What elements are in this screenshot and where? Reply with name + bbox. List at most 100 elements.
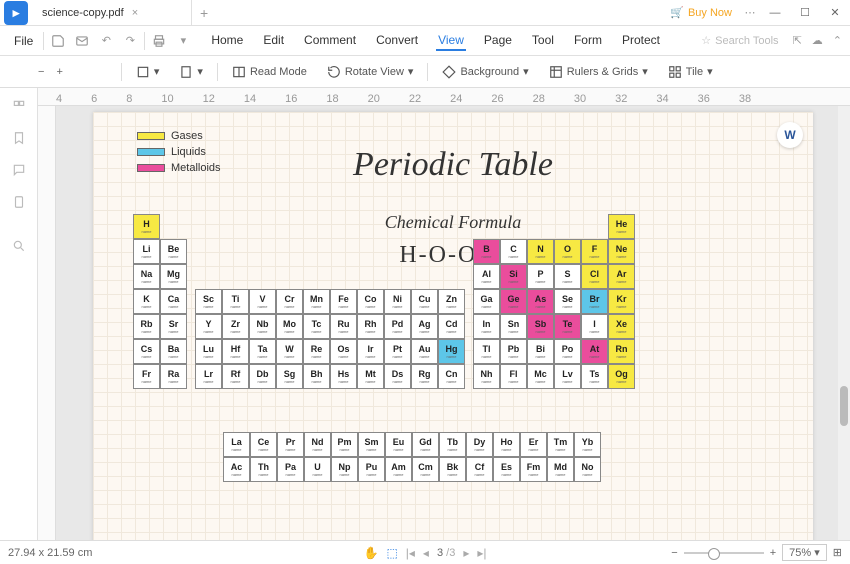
menu-protect[interactable]: Protect	[620, 31, 662, 51]
settings-icon[interactable]: ⋯	[740, 3, 760, 23]
element-No: Noname	[574, 457, 601, 482]
attachment-icon[interactable]	[9, 192, 29, 212]
element-Am: Amname	[385, 457, 412, 482]
element-K: Kname	[133, 289, 160, 314]
select-tool-icon[interactable]: ⬚	[386, 546, 397, 560]
page-indicator[interactable]: 3 /3	[437, 547, 455, 559]
zoom-plus-button[interactable]: +	[770, 547, 776, 559]
comment-icon[interactable]	[9, 160, 29, 180]
hand-tool-icon[interactable]: ✋	[363, 546, 378, 560]
element-Ts: Tsname	[581, 364, 608, 389]
menu-tool[interactable]: Tool	[530, 31, 556, 51]
element-Bk: Bkname	[439, 457, 466, 482]
cloud-icon[interactable]: ☁	[812, 34, 823, 47]
element-Nh: Nhname	[473, 364, 500, 389]
close-tab-icon[interactable]: ×	[132, 7, 138, 19]
mail-icon[interactable]	[72, 31, 92, 51]
element-Ho: Honame	[493, 432, 520, 457]
element-I: Iname	[581, 314, 608, 339]
zoom-in-button[interactable]: +	[56, 66, 62, 78]
close-button[interactable]: ✕	[820, 0, 850, 26]
menu-convert[interactable]: Convert	[374, 31, 420, 51]
share-icon[interactable]: ⇱	[793, 34, 802, 47]
read-mode-button[interactable]: Read Mode	[226, 63, 313, 81]
element-Ge: Gename	[500, 289, 527, 314]
menu-edit[interactable]: Edit	[261, 31, 286, 51]
prev-page-button[interactable]: ◂	[423, 546, 429, 560]
word-export-icon[interactable]: W	[777, 122, 803, 148]
thumbnails-icon[interactable]	[9, 96, 29, 116]
zoom-dropdown[interactable]: 75% ▾	[782, 544, 827, 561]
print-icon[interactable]	[149, 31, 169, 51]
zoom-slider[interactable]	[684, 552, 764, 554]
element-Al: Alname	[473, 264, 500, 289]
last-page-button[interactable]: ▸|	[477, 546, 486, 560]
element-Ce: Cename	[250, 432, 277, 457]
collapse-icon[interactable]: ⌃	[833, 34, 842, 47]
element-Md: Mdname	[547, 457, 574, 482]
minimize-button[interactable]: —	[760, 0, 790, 26]
menu-view[interactable]: View	[436, 31, 466, 51]
file-menu[interactable]: File	[8, 34, 39, 48]
element-Hg: Hgname	[438, 339, 465, 364]
legend: Gases Liquids Metalloids	[137, 130, 221, 178]
statusbar: 27.94 x 21.59 cm ✋ ⬚ |◂ ◂ 3 /3 ▸ ▸| − + …	[0, 540, 850, 564]
document-tab[interactable]: science-copy.pdf ×	[32, 0, 192, 25]
page-layout-dropdown[interactable]: ▾	[173, 63, 209, 81]
element-Ra: Raname	[160, 364, 187, 389]
search-sidebar-icon[interactable]	[9, 236, 29, 256]
maximize-button[interactable]: ☐	[790, 0, 820, 26]
print-dropdown-icon[interactable]: ▾	[173, 31, 193, 51]
menu-page[interactable]: Page	[482, 31, 514, 51]
zoom-minus-button[interactable]: −	[671, 547, 677, 559]
element-Ir: Irname	[357, 339, 384, 364]
menu-comment[interactable]: Comment	[302, 31, 358, 51]
element-Pb: Pbname	[500, 339, 527, 364]
element-Ba: Baname	[160, 339, 187, 364]
element-Tl: Tlname	[473, 339, 500, 364]
background-button[interactable]: Background ▾	[436, 63, 534, 81]
buy-now-button[interactable]: 🛒 Buy Now	[670, 6, 732, 19]
element-W: Wname	[276, 339, 303, 364]
element-S: Sname	[554, 264, 581, 289]
search-tools[interactable]: ☆ Search Tools	[701, 34, 778, 47]
undo-icon[interactable]: ↶	[96, 31, 116, 51]
element-Nb: Nbname	[249, 314, 276, 339]
fit-page-icon[interactable]: ⊞	[833, 546, 842, 559]
scroll-thumb[interactable]	[840, 386, 848, 426]
rulers-grids-button[interactable]: Rulers & Grids ▾	[543, 63, 654, 81]
tile-button[interactable]: Tile ▾	[662, 63, 719, 81]
first-page-button[interactable]: |◂	[406, 546, 415, 560]
element-Ag: Agname	[411, 314, 438, 339]
redo-icon[interactable]: ↷	[120, 31, 140, 51]
bookmark-icon[interactable]	[9, 128, 29, 148]
element-He: Hename	[608, 214, 635, 239]
add-tab-button[interactable]: +	[192, 5, 216, 21]
save-icon[interactable]	[48, 31, 68, 51]
element-Pt: Ptname	[384, 339, 411, 364]
element-As: Asname	[527, 289, 554, 314]
legend-liquid-swatch	[137, 148, 165, 156]
document-canvas[interactable]: W Gases Liquids Metalloids Periodic Tabl…	[56, 106, 850, 540]
element-Lu: Luname	[195, 339, 222, 364]
element-Nd: Ndname	[304, 432, 331, 457]
search-icon: ☆	[701, 34, 711, 47]
element-Pm: Pmname	[331, 432, 358, 457]
element-Cl: Clname	[581, 264, 608, 289]
element-Br: Brname	[581, 289, 608, 314]
element-Er: Ername	[520, 432, 547, 457]
element-Pr: Prname	[277, 432, 304, 457]
zoom-out-button[interactable]: −	[38, 66, 44, 78]
rotate-view-button[interactable]: Rotate View ▾	[321, 63, 420, 81]
element-Mo: Moname	[276, 314, 303, 339]
next-page-button[interactable]: ▸	[463, 546, 469, 560]
fit-dropdown[interactable]: ▾	[130, 63, 166, 81]
menu-form[interactable]: Form	[572, 31, 604, 51]
element-O: Oname	[554, 239, 581, 264]
element-Db: Dbname	[249, 364, 276, 389]
vertical-scrollbar[interactable]	[838, 106, 850, 540]
element-Cr: Crname	[276, 289, 303, 314]
horizontal-ruler: 468101214161820222426283032343638	[38, 88, 850, 106]
menu-home[interactable]: Home	[209, 31, 245, 51]
element-Si: Siname	[500, 264, 527, 289]
